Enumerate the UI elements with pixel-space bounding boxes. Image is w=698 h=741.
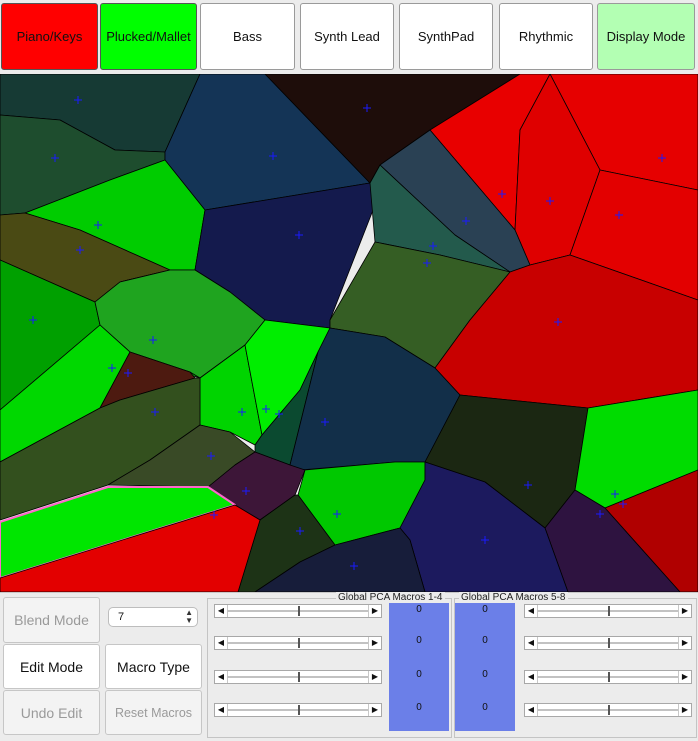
slider-right-arrow-icon[interactable]: ▶	[368, 605, 381, 617]
macros-5-8-values: 0 0 0 0	[455, 603, 515, 731]
macro-5-value: 0	[482, 604, 488, 615]
slider-right-arrow-icon[interactable]: ▶	[368, 704, 381, 716]
spin-arrows-icon[interactable]: ▲ ▼	[185, 609, 193, 625]
macro-5-slider[interactable]: ◀ ▶	[524, 604, 692, 618]
macro-4-slider[interactable]: ◀ ▶	[214, 703, 382, 717]
macro-3-slider[interactable]: ◀ ▶	[214, 670, 382, 684]
slider-thumb[interactable]	[608, 606, 610, 616]
macro-8-slider[interactable]: ◀ ▶	[524, 703, 692, 717]
category-plucked-mallet-button[interactable]: Plucked/Mallet	[100, 3, 197, 70]
category-bar: Piano/Keys Plucked/Mallet Bass Synth Lea…	[0, 0, 698, 74]
macro-7-value: 0	[482, 669, 488, 680]
macro-6-value: 0	[482, 635, 488, 646]
voronoi-canvas[interactable]	[0, 74, 698, 592]
category-rhythmic-button[interactable]: Rhythmic	[499, 3, 593, 70]
slider-thumb[interactable]	[608, 672, 610, 682]
category-synth-lead-button[interactable]: Synth Lead	[300, 3, 394, 70]
blend-mode-button[interactable]: Blend Mode	[3, 597, 100, 643]
macros-5-8-title: Global PCA Macros 5-8	[459, 592, 568, 603]
category-bass-button[interactable]: Bass	[200, 3, 295, 70]
macro-count-spinbox[interactable]: 7 ▲ ▼	[108, 607, 198, 627]
slider-thumb[interactable]	[298, 705, 300, 715]
undo-edit-button[interactable]: Undo Edit	[3, 690, 100, 735]
macro-6-slider[interactable]: ◀ ▶	[524, 636, 692, 650]
edit-mode-button[interactable]: Edit Mode	[3, 644, 100, 689]
slider-thumb[interactable]	[298, 672, 300, 682]
category-piano-keys-button[interactable]: Piano/Keys	[1, 3, 98, 70]
slider-thumb[interactable]	[608, 638, 610, 648]
macros-1-4-title: Global PCA Macros 1-4	[336, 592, 445, 603]
macro-4-value: 0	[416, 702, 422, 713]
macro-3-value: 0	[416, 669, 422, 680]
slider-thumb[interactable]	[608, 705, 610, 715]
macro-1-value: 0	[416, 604, 422, 615]
slider-right-arrow-icon[interactable]: ▶	[368, 637, 381, 649]
macro-7-slider[interactable]: ◀ ▶	[524, 670, 692, 684]
slider-right-arrow-icon[interactable]: ▶	[678, 637, 691, 649]
slider-right-arrow-icon[interactable]: ▶	[678, 671, 691, 683]
slider-thumb[interactable]	[298, 638, 300, 648]
display-mode-button[interactable]: Display Mode	[597, 3, 695, 70]
reset-macros-button[interactable]: Reset Macros	[105, 690, 202, 735]
macro-2-value: 0	[416, 635, 422, 646]
category-synthpad-button[interactable]: SynthPad	[399, 3, 493, 70]
slider-right-arrow-icon[interactable]: ▶	[678, 605, 691, 617]
slider-thumb[interactable]	[298, 606, 300, 616]
slider-right-arrow-icon[interactable]: ▶	[368, 671, 381, 683]
macros-1-4-values: 0 0 0 0	[389, 603, 449, 731]
macro-1-slider[interactable]: ◀ ▶	[214, 604, 382, 618]
macro-2-slider[interactable]: ◀ ▶	[214, 636, 382, 650]
macro-8-value: 0	[482, 702, 488, 713]
preset-voronoi-map[interactable]	[0, 74, 698, 592]
macro-type-button[interactable]: Macro Type	[105, 644, 202, 689]
macro-count-value: 7	[118, 611, 125, 623]
slider-right-arrow-icon[interactable]: ▶	[678, 704, 691, 716]
